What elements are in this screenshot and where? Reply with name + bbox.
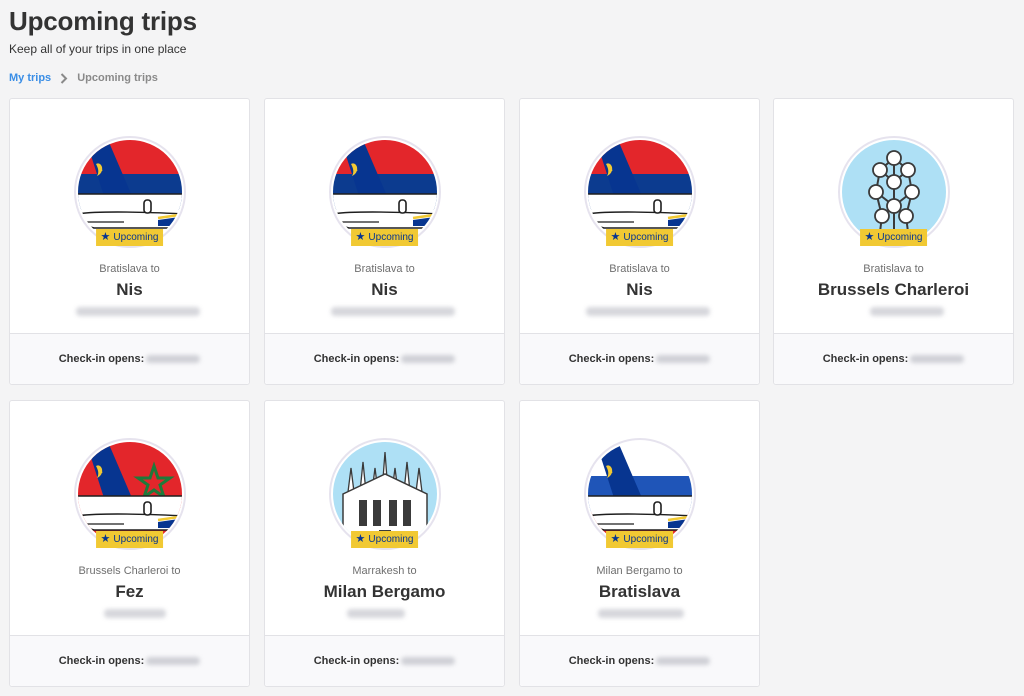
trip-dates-redacted: [347, 609, 405, 618]
star-icon: ★: [610, 533, 621, 545]
trip-card[interactable]: ★ Upcoming Milan Bergamo to Bratislava C…: [519, 400, 760, 687]
checkin-label: Check-in opens:: [568, 353, 655, 365]
trip-origin: Milan Bergamo to: [596, 565, 683, 577]
status-label: Upcoming: [113, 232, 159, 243]
checkin-footer: Check-in opens:: [520, 333, 759, 384]
star-icon: ★: [355, 231, 366, 243]
trip-artwork: ★ Upcoming: [583, 136, 696, 248]
chevron-right-icon: [60, 72, 68, 84]
trip-card-body: ★ Upcoming Brussels Charleroi to Fez: [10, 401, 249, 636]
trip-card-body: ★ Upcoming Marrakesh to Milan Bergamo: [265, 401, 504, 636]
page-subtitle: Keep all of your trips in one place: [9, 42, 187, 56]
trip-destination: Nis: [371, 280, 398, 299]
status-label: Upcoming: [877, 232, 923, 243]
checkin-time-redacted: [401, 355, 456, 363]
checkin-time-redacted: [146, 355, 201, 363]
trip-artwork: ★ Upcoming: [328, 136, 441, 248]
checkin-footer: Check-in opens:: [265, 635, 504, 686]
trip-origin: Bratislava to: [609, 263, 670, 275]
checkin-label: Check-in opens:: [58, 353, 145, 365]
checkin-footer: Check-in opens:: [265, 333, 504, 384]
trip-destination: Nis: [626, 280, 653, 299]
trip-origin: Bratislava to: [354, 263, 415, 275]
page-title: Upcoming trips: [9, 6, 197, 36]
checkin-time-redacted: [656, 355, 711, 363]
breadcrumb-my-trips-link[interactable]: My trips: [9, 72, 51, 84]
trip-artwork: ★ Upcoming: [583, 438, 696, 550]
trip-destination: Brussels Charleroi: [817, 280, 970, 299]
trip-destination: Milan Bergamo: [323, 582, 446, 601]
checkin-label: Check-in opens:: [313, 353, 400, 365]
star-icon: ★: [100, 533, 111, 545]
trip-artwork: ★ Upcoming: [837, 136, 950, 248]
trip-dates-redacted: [870, 307, 944, 316]
trip-card[interactable]: ★ Upcoming Marrakesh to Milan Bergamo Ch…: [264, 400, 505, 687]
checkin-footer: Check-in opens:: [10, 635, 249, 686]
checkin-time-redacted: [146, 657, 201, 665]
status-label: Upcoming: [368, 534, 414, 545]
checkin-footer: Check-in opens:: [520, 635, 759, 686]
checkin-label: Check-in opens:: [58, 655, 145, 667]
trip-destination: Nis: [116, 280, 143, 299]
status-label: Upcoming: [623, 534, 669, 545]
checkin-footer: Check-in opens:: [774, 333, 1013, 384]
trip-card-body: ★ Upcoming Bratislava to Nis: [10, 99, 249, 334]
trip-origin: Marrakesh to: [352, 565, 417, 577]
status-badge: ★ Upcoming: [605, 229, 674, 246]
trip-destination: Bratislava: [598, 582, 681, 601]
trip-card[interactable]: ★ Upcoming Bratislava to Brussels Charle…: [773, 98, 1014, 385]
trip-dates-redacted: [76, 307, 200, 316]
status-badge: ★ Upcoming: [95, 229, 164, 246]
trip-dates-redacted: [598, 609, 684, 618]
trip-artwork: ★ Upcoming: [73, 438, 186, 550]
status-badge: ★ Upcoming: [859, 229, 928, 246]
trip-origin: Brussels Charleroi to: [78, 565, 181, 577]
status-badge: ★ Upcoming: [605, 531, 674, 548]
trip-card[interactable]: ★ Upcoming Bratislava to Nis Check-in op…: [9, 98, 250, 385]
trip-card-body: ★ Upcoming Bratislava to Nis: [265, 99, 504, 334]
breadcrumb-current: Upcoming trips: [77, 72, 158, 84]
breadcrumb: My trips Upcoming trips: [9, 72, 158, 84]
star-icon: ★: [864, 231, 875, 243]
trip-card[interactable]: ★ Upcoming Brussels Charleroi to Fez Che…: [9, 400, 250, 687]
trip-origin: Bratislava to: [99, 263, 160, 275]
trip-dates-redacted: [331, 307, 455, 316]
trip-artwork: ★ Upcoming: [73, 136, 186, 248]
status-label: Upcoming: [113, 534, 159, 545]
star-icon: ★: [355, 533, 366, 545]
trip-origin: Bratislava to: [863, 263, 924, 275]
trip-card-body: ★ Upcoming Bratislava to Nis: [520, 99, 759, 334]
checkin-footer: Check-in opens:: [10, 333, 249, 384]
star-icon: ★: [100, 231, 111, 243]
trip-card-body: ★ Upcoming Bratislava to Brussels Charle…: [774, 99, 1013, 334]
status-badge: ★ Upcoming: [95, 531, 164, 548]
trip-artwork: ★ Upcoming: [328, 438, 441, 550]
trip-card[interactable]: ★ Upcoming Bratislava to Nis Check-in op…: [519, 98, 760, 385]
status-badge: ★ Upcoming: [350, 229, 419, 246]
checkin-label: Check-in opens:: [822, 353, 909, 365]
checkin-label: Check-in opens:: [568, 655, 655, 667]
checkin-time-redacted: [910, 355, 965, 363]
status-label: Upcoming: [623, 232, 669, 243]
trip-card-body: ★ Upcoming Milan Bergamo to Bratislava: [520, 401, 759, 636]
trip-dates-redacted: [586, 307, 710, 316]
checkin-time-redacted: [401, 657, 456, 665]
trip-dates-redacted: [104, 609, 166, 618]
trip-card[interactable]: ★ Upcoming Bratislava to Nis Check-in op…: [264, 98, 505, 385]
checkin-time-redacted: [656, 657, 711, 665]
checkin-label: Check-in opens:: [313, 655, 400, 667]
trip-destination: Fez: [115, 582, 144, 601]
status-badge: ★ Upcoming: [350, 531, 419, 548]
star-icon: ★: [610, 231, 621, 243]
status-label: Upcoming: [368, 232, 414, 243]
